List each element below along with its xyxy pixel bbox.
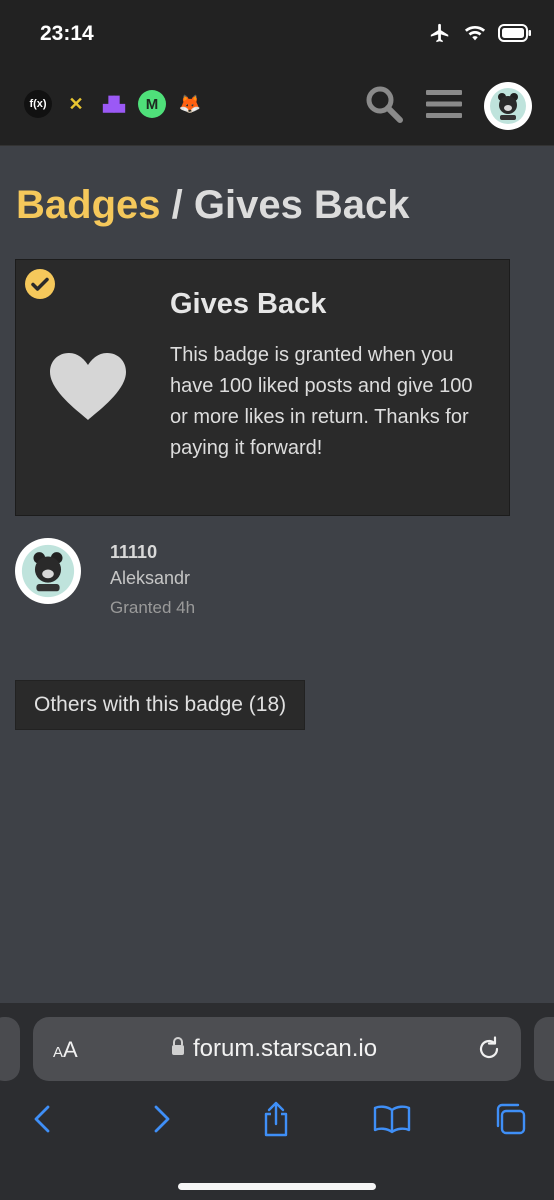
hamburger-menu-icon[interactable]: [426, 88, 462, 125]
breadcrumb-badges-link[interactable]: Badges: [16, 183, 161, 227]
next-tab-peek[interactable]: [534, 1017, 554, 1081]
others-with-badge-button[interactable]: Others with this badge (18): [15, 680, 306, 730]
foxchange-logo[interactable]: 🦊: [176, 90, 204, 118]
badge-name: Gives Back: [170, 288, 327, 320]
logo-strip: f(x) ✕ ▟▙ M 🦊: [24, 90, 204, 118]
user-avatar[interactable]: [484, 82, 532, 130]
wifi-icon: [464, 24, 486, 47]
bookmarks-icon[interactable]: [372, 1099, 412, 1139]
reload-icon[interactable]: [477, 1035, 501, 1066]
tabs-icon[interactable]: [490, 1099, 530, 1139]
page-title: Badges / Gives Back: [16, 183, 410, 228]
status-icons: [428, 22, 532, 49]
breadcrumb-separator: /: [160, 183, 194, 227]
grant-time: Granted 4h: [110, 598, 196, 617]
address-bar[interactable]: AA forum.starscan.io: [33, 1017, 521, 1081]
lock-icon: [171, 1035, 185, 1063]
url-text: forum.starscan.io: [193, 1035, 378, 1062]
castle-logo[interactable]: ▟▙: [100, 90, 128, 118]
browser-toolbar: [0, 1099, 554, 1139]
reader-aa-button[interactable]: AA: [53, 1037, 78, 1063]
browser-bar: AA forum.starscan.io: [0, 1003, 554, 1200]
grant-user-avatar[interactable]: [15, 538, 81, 604]
fx-logo[interactable]: f(x): [24, 90, 52, 118]
badge-grant: 11110 Aleksandr Granted 4h: [15, 538, 535, 628]
badge-card: Gives Back This badge is granted when yo…: [15, 259, 510, 516]
battery-icon: [498, 24, 532, 47]
back-icon[interactable]: [22, 1099, 62, 1139]
grant-post-title[interactable]: 11110: [110, 542, 157, 563]
x-logo[interactable]: ✕: [62, 90, 90, 118]
header-actions: [364, 82, 532, 130]
home-indicator: [178, 1183, 376, 1190]
status-bar: 23:14: [0, 0, 554, 62]
previous-tab-peek[interactable]: [0, 1017, 20, 1081]
granted-check-icon: [24, 268, 56, 300]
url-display[interactable]: forum.starscan.io: [171, 1035, 377, 1063]
search-icon[interactable]: [364, 84, 404, 129]
badge-description: This badge is granted when you have 100 …: [170, 344, 473, 459]
grant-username[interactable]: Aleksandr: [110, 568, 190, 589]
forward-icon[interactable]: [142, 1099, 182, 1139]
site-header: f(x) ✕ ▟▙ M 🦊: [0, 62, 554, 146]
status-time: 23:14: [40, 22, 94, 45]
heart-icon: [48, 352, 128, 427]
breadcrumb-current: Gives Back: [193, 183, 410, 227]
m-logo[interactable]: M: [138, 90, 166, 118]
share-icon[interactable]: [256, 1099, 296, 1139]
airplane-icon: [428, 22, 452, 49]
